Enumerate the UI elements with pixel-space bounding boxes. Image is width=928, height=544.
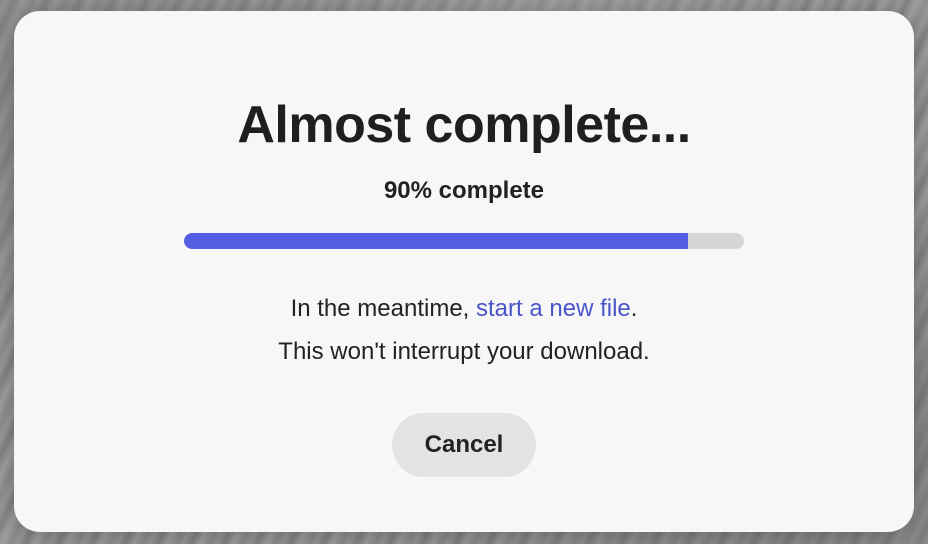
message-line-2: This won't interrupt your download. — [278, 338, 650, 365]
progress-bar-fill — [184, 233, 688, 249]
dialog-title: Almost complete... — [237, 96, 691, 154]
progress-label: 90% complete — [383, 177, 545, 204]
start-new-file-link[interactable]: start a new file — [476, 295, 631, 322]
cancel-button[interactable]: Cancel — [392, 413, 536, 477]
progress-bar — [184, 233, 744, 249]
message-prefix: In the meantime, — [290, 295, 477, 322]
download-progress-dialog: Almost complete... 90% complete In the m… — [14, 11, 914, 532]
dialog-message: In the meantime, start a new file. This … — [14, 287, 914, 373]
message-suffix: . — [630, 295, 638, 322]
message-line-1: In the meantime, start a new file. — [14, 287, 914, 330]
